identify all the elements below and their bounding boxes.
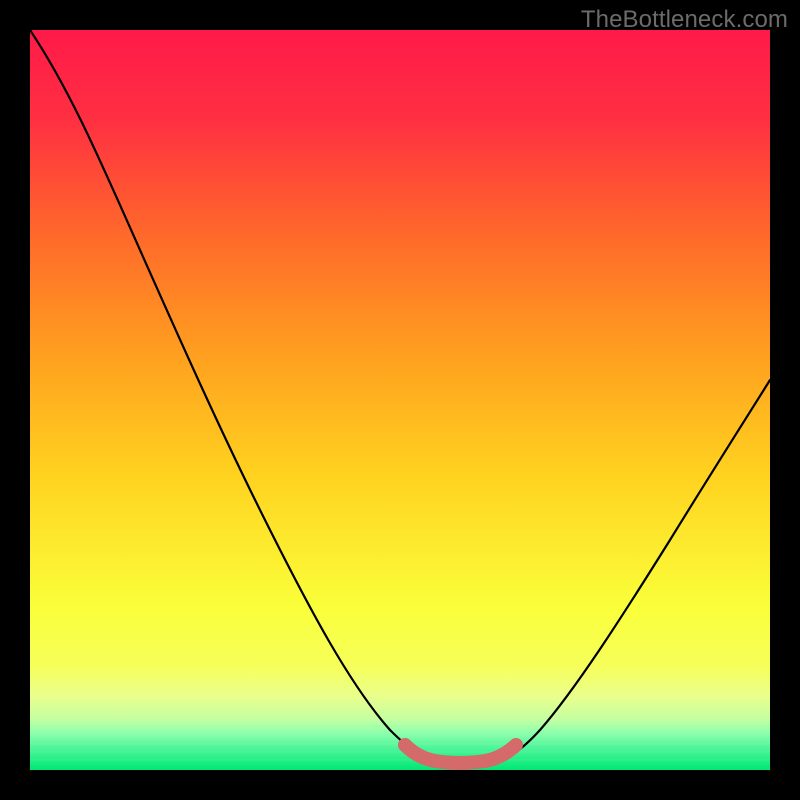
gradient-background (30, 30, 770, 770)
chart-svg (30, 30, 770, 770)
plot-area (30, 30, 770, 770)
chart-frame: TheBottleneck.com (0, 0, 800, 800)
